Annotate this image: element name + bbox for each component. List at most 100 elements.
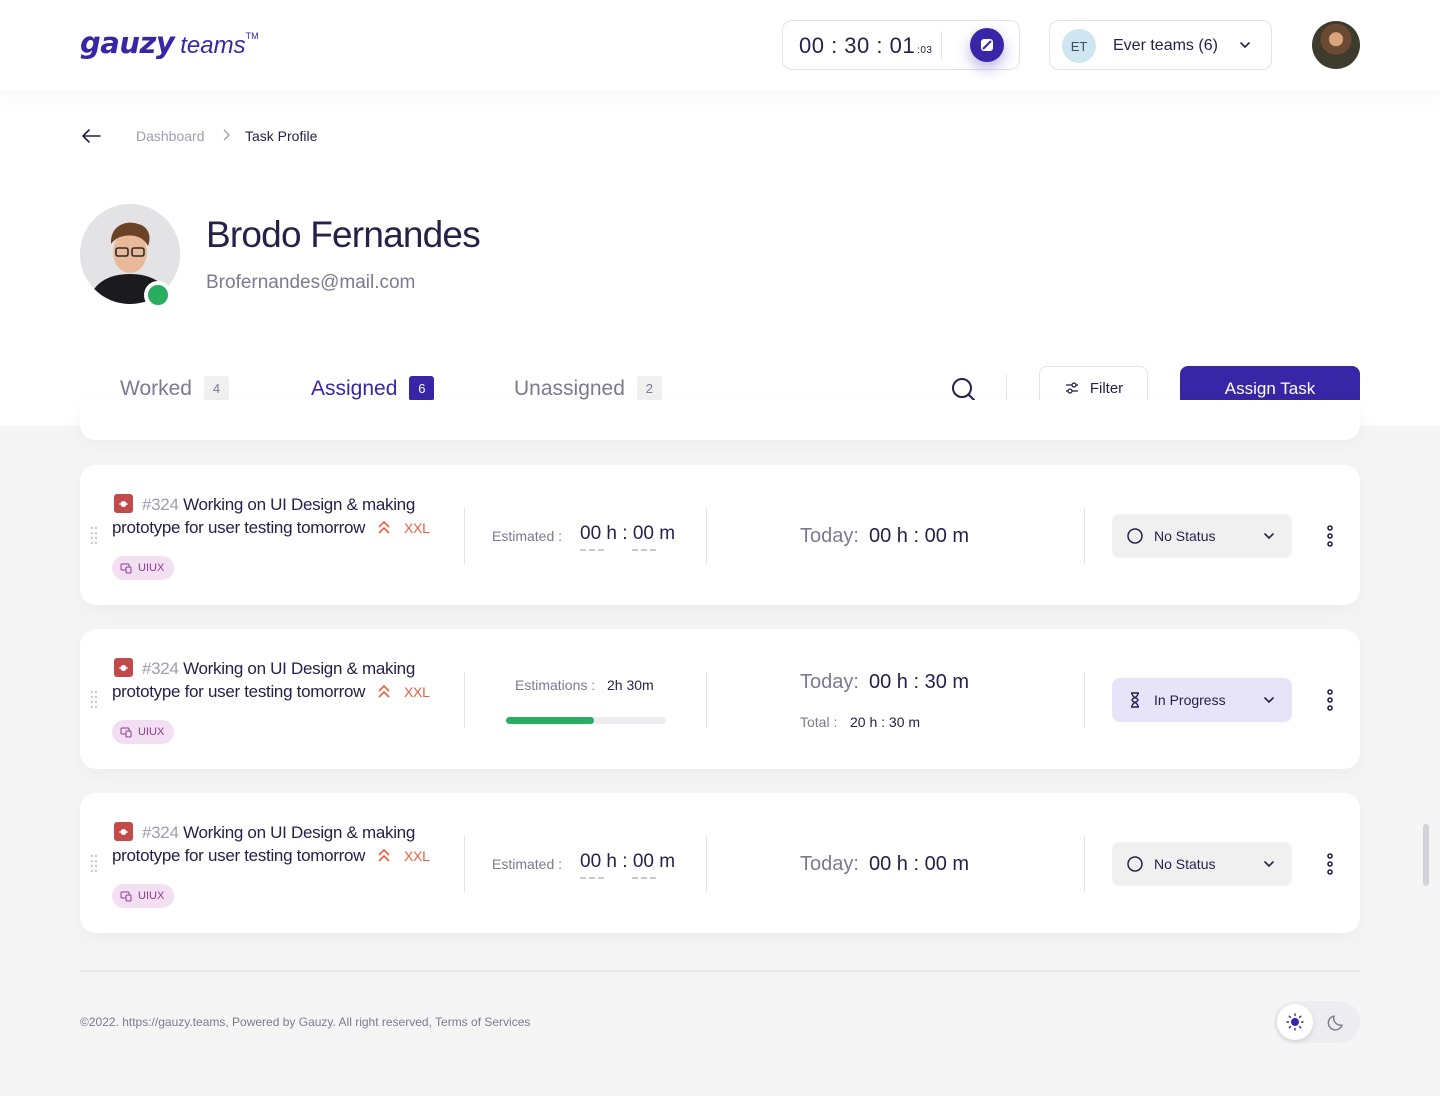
filter-sliders-icon [1065,382,1078,394]
total-value: 20 h : 30 m [850,714,921,730]
task-tag[interactable]: UIUX [112,884,175,908]
footer-text: ©2022. https://gauzy.teams, Powered by G… [80,1015,531,1029]
estimate-minutes-underline [632,549,656,551]
column-divider [1084,508,1085,564]
task-card[interactable]: #324 Working on UI Design & making proto… [80,629,1360,769]
timer-value: 00 : 30 : 01 [799,33,916,58]
task-title[interactable]: #324 Working on UI Design & making proto… [112,821,452,868]
top-navbar: gauzy teams TM 00 : 30 : 01:03 ET Ever t… [0,0,1440,90]
task-title[interactable]: #324 Working on UI Design & making proto… [112,493,452,540]
tag-label: UIUX [138,726,165,738]
estimate-hours-underline [580,877,604,879]
status-label: In Progress [1154,692,1226,708]
tag-devices-icon [120,727,132,738]
timer-toggle-button[interactable] [970,28,1004,62]
hourglass-icon [1131,692,1139,708]
today-label: Today: [800,671,859,693]
status-dropdown[interactable]: No Status [1112,842,1292,886]
tab-assigned[interactable]: Assigned 6 [311,376,435,401]
profile-name: Brodo Fernandes [206,214,481,255]
column-divider [464,836,465,892]
breadcrumb-dashboard[interactable]: Dashboard [136,128,205,144]
breadcrumb-current: Task Profile [245,128,318,144]
light-mode-button[interactable] [1277,1004,1313,1040]
estimated-label: Estimated : [492,856,563,872]
user-avatar[interactable] [1312,21,1360,69]
column-divider [706,508,707,564]
circle-status-icon [1127,528,1143,544]
task-tag[interactable]: UIUX [112,720,175,744]
tab-count-badge: 2 [636,376,662,401]
today-value: 00 h : 00 m [869,853,970,875]
online-status-dot [144,281,172,309]
priority-high-icon [377,684,390,698]
logo[interactable]: gauzy teams TM [80,26,259,60]
tag-label: UIUX [138,890,165,902]
tag-devices-icon [120,891,132,902]
priority-high-icon [377,848,390,862]
today-value: 00 h : 30 m [869,671,970,693]
estimated-input[interactable]: 00 h : 00 m [580,523,675,545]
column-divider [464,508,465,564]
sun-icon [1286,1013,1304,1031]
timer-widget: 00 : 30 : 01:03 [782,20,1020,70]
estimate-minutes-underline [632,877,656,879]
logo-trademark: TM [245,31,259,41]
task-card[interactable]: #324 Working on UI Design & making proto… [80,793,1360,933]
search-icon[interactable] [950,376,976,402]
total-label: Total : [800,714,838,730]
circle-status-icon [1127,856,1143,872]
team-selector[interactable]: ET Ever teams (6) [1049,20,1272,70]
chevron-down-icon [1264,533,1274,540]
column-divider [706,672,707,728]
estimate-hours-underline [580,549,604,551]
tag-devices-icon [120,563,132,574]
tab-unassigned[interactable]: Unassigned 2 [514,376,662,401]
tab-label: Unassigned [514,376,625,400]
moon-icon[interactable] [1327,1012,1347,1032]
logo-main-text: gauzy [80,26,175,60]
task-number: #324 [142,495,179,514]
progress-bar [506,717,666,724]
tab-count-badge: 4 [203,376,229,401]
status-dropdown[interactable]: In Progress [1112,678,1292,722]
status-dropdown[interactable]: No Status [1112,514,1292,558]
tab-worked[interactable]: Worked 4 [120,376,229,401]
timer-ms: :03 [917,45,933,56]
task-size: XXL [404,684,430,700]
task-card-partial [80,400,1360,440]
task-size: XXL [404,848,430,864]
chevron-down-icon [1240,42,1250,49]
theme-toggle[interactable] [1274,1001,1360,1043]
scrollbar-thumb[interactable] [1423,824,1429,886]
more-options-icon[interactable] [1326,853,1334,875]
task-tag[interactable]: UIUX [112,556,175,580]
tab-label: Worked [120,376,192,400]
back-arrow-icon[interactable] [80,126,102,146]
progress-bar-fill [506,717,594,724]
chevron-right-icon [223,129,230,141]
estimations-label: Estimations : [515,677,596,693]
tab-count-badge: 6 [409,376,435,401]
tab-label: Assigned [311,376,398,400]
drag-handle-icon[interactable] [90,853,98,873]
status-label: No Status [1154,528,1216,544]
estimated-input[interactable]: 00 h : 00 m [580,851,675,873]
logo-sub-text: teams [180,32,246,59]
footer-divider [80,970,1360,972]
column-divider [1084,836,1085,892]
today-label: Today: [800,525,859,547]
drag-handle-icon[interactable] [90,689,98,709]
more-options-icon[interactable] [1326,525,1334,547]
drag-handle-icon[interactable] [90,525,98,545]
column-divider [1084,672,1085,728]
column-divider [464,672,465,728]
today-value: 00 h : 00 m [869,525,970,547]
stop-timer-icon [981,39,993,51]
more-options-icon[interactable] [1326,689,1334,711]
filter-label: Filter [1089,379,1124,397]
task-title[interactable]: #324 Working on UI Design & making proto… [112,657,452,704]
team-avatar: ET [1062,29,1096,63]
timer-display: 00 : 30 : 01:03 [799,33,933,59]
task-card[interactable]: #324 Working on UI Design & making proto… [80,465,1360,605]
